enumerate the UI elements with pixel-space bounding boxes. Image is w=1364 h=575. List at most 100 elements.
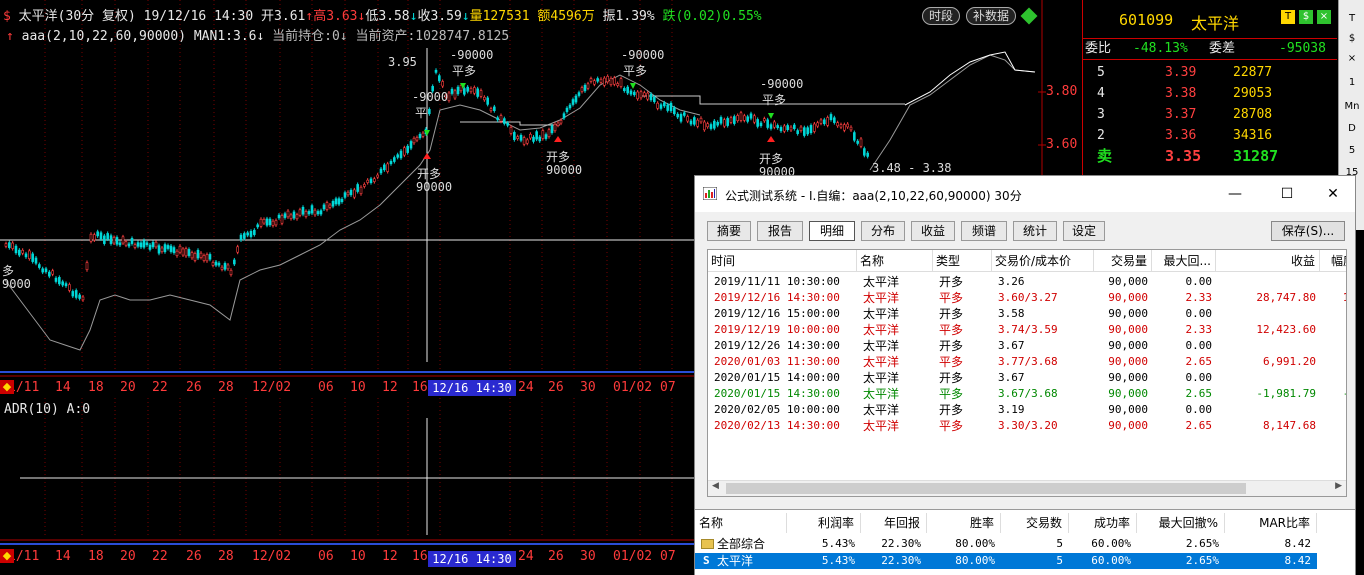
ask-row[interactable]: 卖 3.35 31287 xyxy=(1083,146,1337,167)
candle xyxy=(393,157,396,162)
axis-toggle-icon[interactable]: ◆ xyxy=(0,380,14,394)
date-tick-label: 12/02 xyxy=(252,380,292,395)
maximize-button[interactable]: ☐ xyxy=(1267,182,1307,206)
save-button[interactable]: 保存(S)... xyxy=(1271,221,1345,241)
close-button[interactable]: ✕ xyxy=(1313,182,1353,206)
tab-1[interactable]: 报告 xyxy=(757,221,803,241)
summary-row[interactable]: 全部综合 5.43% 22.30% 80.00% 5 60.00% 2.65% 8.42 xyxy=(695,536,1317,552)
table-row[interactable]: 2019/12/26 14:30:00 太平洋 开多 3.67 90,000 0.00 xyxy=(708,338,1346,354)
scrollbar-thumb[interactable] xyxy=(726,483,1246,494)
ask-level: 5 xyxy=(1097,65,1105,80)
candle xyxy=(8,242,11,248)
toolbar-item[interactable]: D xyxy=(1342,120,1362,138)
cell-profit xyxy=(1222,370,1316,386)
table-row[interactable]: 2020/01/03 11:30:00 太平洋 平多 3.77/3.68 90,000 2… xyxy=(708,354,1346,370)
column-header[interactable]: 收益 xyxy=(1216,250,1320,272)
trade-annotation: 平多 xyxy=(762,93,787,107)
column-header[interactable]: 幅度 xyxy=(1320,250,1346,272)
toolbar-item[interactable]: × xyxy=(1342,50,1362,68)
column-header[interactable]: 名称 xyxy=(857,250,933,272)
candle xyxy=(236,246,239,253)
date-tick-label: 18 xyxy=(88,549,104,564)
column-header[interactable]: 最大回... xyxy=(1152,250,1216,272)
summary-column-header[interactable]: 最大回撤% xyxy=(1137,513,1225,533)
column-header[interactable]: 时间 xyxy=(708,250,857,272)
candle xyxy=(489,108,493,112)
candle xyxy=(789,126,793,131)
tab-7[interactable]: 设定 xyxy=(1063,221,1105,241)
candle xyxy=(434,69,438,73)
dialog-titlebar[interactable]: 公式测试系统 - I.自编：aaa(2,10,22,60,90000) 30分 … xyxy=(695,176,1355,212)
candle xyxy=(337,198,341,205)
tab-4[interactable]: 收益 xyxy=(911,221,955,241)
candle xyxy=(623,88,626,92)
table-row[interactable]: 2019/12/16 14:30:00 太平洋 平多 3.60/3.27 90,000 2… xyxy=(708,290,1346,306)
ask-row[interactable]: 4 3.38 29053 xyxy=(1083,83,1337,104)
scroll-left-icon[interactable]: ◀ xyxy=(712,481,719,491)
t-badge-icon[interactable]: T xyxy=(1281,10,1295,24)
summary-column-header[interactable]: 名称 xyxy=(699,513,787,533)
candle xyxy=(115,237,119,245)
table-row[interactable]: 2019/12/16 15:00:00 太平洋 开多 3.58 90,000 0.00 xyxy=(708,306,1346,322)
summary-column-header[interactable]: 交易数 xyxy=(1001,513,1069,533)
candle xyxy=(4,243,8,247)
close-badge-icon[interactable]: × xyxy=(1317,10,1331,24)
toolbar-item[interactable]: T xyxy=(1342,10,1362,28)
table-row[interactable]: 2019/12/19 10:00:00 太平洋 平多 3.74/3.59 90,000 2… xyxy=(708,322,1346,338)
candle xyxy=(139,242,143,248)
summary-cell-trades: 5 xyxy=(1056,554,1063,567)
candle xyxy=(181,248,185,256)
cell-dd: 0.00 xyxy=(1185,339,1213,352)
table-row[interactable]: 2020/01/15 14:30:00 太平洋 平多 3.67/3.68 90,000 2… xyxy=(708,386,1346,402)
table-row[interactable]: 2020/01/15 14:00:00 太平洋 开多 3.67 90,000 0.00 xyxy=(708,370,1346,386)
column-header[interactable]: 交易量 xyxy=(1094,250,1152,272)
cell-time: 2020/01/15 14:30:00 xyxy=(714,387,840,400)
fill-data-button[interactable]: 补数据 xyxy=(966,7,1017,25)
cell-name: 太平洋 xyxy=(863,307,900,321)
toolbar-item[interactable]: 1 xyxy=(1342,74,1362,92)
summary-row[interactable]: S 太平洋 5.43% 22.30% 80.00% 5 60.00% 2.65% 8.42 xyxy=(695,553,1317,569)
tab-0[interactable]: 摘要 xyxy=(707,221,751,241)
time-period-button[interactable]: 时段 xyxy=(922,7,961,25)
toolbar-item[interactable]: $ xyxy=(1342,30,1362,48)
table-row[interactable]: 2020/02/13 14:30:00 太平洋 平多 3.30/3.20 90,000 2… xyxy=(708,418,1346,434)
dollar-badge-icon[interactable]: $ xyxy=(1299,10,1313,24)
column-header[interactable]: 交易价/成本价 xyxy=(992,250,1094,272)
column-header[interactable]: 类型 xyxy=(933,250,992,272)
horizontal-scrollbar[interactable]: ◀ ▶ xyxy=(708,480,1346,496)
ask-row[interactable]: 5 3.39 22877 xyxy=(1083,62,1337,83)
ask-row[interactable]: 3 3.37 28708 xyxy=(1083,104,1337,125)
table-row[interactable]: 2019/11/11 10:30:00 太平洋 开多 3.26 90,000 0.00 xyxy=(708,274,1346,290)
tab-6[interactable]: 统计 xyxy=(1013,221,1057,241)
trade-detail-table[interactable]: 时间名称类型交易价/成本价交易量最大回...收益幅度 2019/11/11 10… xyxy=(707,249,1347,497)
ask-row[interactable]: 2 3.36 34316 xyxy=(1083,125,1337,146)
summary-column-header[interactable]: 利润率 xyxy=(787,513,861,533)
toolbar-item[interactable]: 5 xyxy=(1342,142,1362,160)
candle xyxy=(205,254,209,262)
scroll-right-icon[interactable]: ▶ xyxy=(1335,481,1342,491)
tab-2[interactable]: 明细 xyxy=(809,221,855,241)
cell-name: 太平洋 xyxy=(863,403,900,417)
summary-column-header[interactable]: 成功率 xyxy=(1069,513,1137,533)
candle xyxy=(145,242,149,246)
table-row[interactable]: 2020/02/05 10:00:00 太平洋 开多 3.19 90,000 0.00 xyxy=(708,402,1346,418)
cell-profit xyxy=(1222,306,1316,322)
candle xyxy=(106,233,109,240)
candle xyxy=(331,201,335,207)
date-axis: 1/11 14 18 20 22 26 28 12/02 06 10 12 16 24 26 30 01/02… xyxy=(0,380,694,398)
toolbar-item[interactable]: Mn xyxy=(1342,98,1362,116)
summary-column-header[interactable]: 年回报 xyxy=(861,513,927,533)
candle xyxy=(606,76,609,83)
candle xyxy=(586,83,590,89)
candle xyxy=(486,97,489,105)
tab-5[interactable]: 频谱 xyxy=(961,221,1007,241)
candle xyxy=(574,95,578,103)
summary-column-header[interactable]: 胜率 xyxy=(927,513,1001,533)
minimize-button[interactable]: — xyxy=(1215,182,1255,206)
candle xyxy=(349,189,353,196)
tab-3[interactable]: 分布 xyxy=(861,221,905,241)
axis-toggle-icon[interactable]: ◆ xyxy=(0,549,14,563)
candle xyxy=(172,247,176,254)
summary-table[interactable]: 名称 利润率 年回报 胜率 交易数 成功率 最大回撤% MAR比率 全部综合 5.43% 22.3… xyxy=(695,509,1355,575)
summary-column-header[interactable]: MAR比率 xyxy=(1225,513,1317,533)
